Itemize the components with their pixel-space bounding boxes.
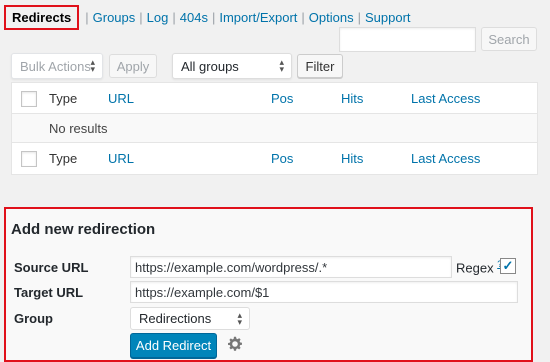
regex-checkbox[interactable]: ✓ [500,258,516,274]
filter-button[interactable]: Filter [297,54,343,78]
subnav-item-404s[interactable]: 404s [180,10,208,25]
subnav-separator: | [172,9,176,25]
panel-title: Add new redirection [11,221,156,238]
subnav-item-groups[interactable]: Groups [93,10,136,25]
regex-label: Regex ? [456,259,502,275]
subnav-separator: | [139,9,143,25]
apply-button[interactable]: Apply [109,54,157,78]
redirects-table: Type URL Pos Hits Last Access No results… [11,82,538,175]
column-pos[interactable]: Pos [271,91,293,106]
search-input[interactable] [339,27,476,52]
select-all-checkbox[interactable] [21,151,37,167]
bulk-actions-label: Bulk Actions [20,58,91,74]
subnav-separator: | [85,9,89,25]
target-url-input[interactable]: https://example.com/$1 [130,281,518,303]
subnav-item-redirects[interactable]: Redirects [4,4,81,30]
bulk-actions-select[interactable]: Bulk Actions ▴ ▾ [11,53,103,79]
column-hits[interactable]: Hits [341,91,363,106]
column-pos[interactable]: Pos [271,151,293,166]
select-arrows-icon: ▴ ▾ [237,310,242,327]
select-all-checkbox[interactable] [21,91,37,107]
subnav-item-support[interactable]: Support [365,10,411,25]
select-arrows-icon: ▴ ▾ [90,57,95,74]
select-arrows-icon: ▴ ▾ [279,57,284,74]
group-select[interactable]: Redirections ▴ ▾ [130,307,250,330]
source-url-label: Source URL [14,260,89,275]
group-select-value: Redirections [139,311,212,326]
column-url[interactable]: URL [108,91,134,106]
table-empty-row: No results [12,114,537,143]
subnav-separator: | [211,9,216,25]
column-hits[interactable]: Hits [341,151,363,166]
groups-filter-select[interactable]: All groups ▴ ▾ [172,53,292,79]
no-results-text: No results [49,121,108,136]
column-last-access[interactable]: Last Access [411,91,480,106]
column-type: Type [49,91,78,106]
subnav-item-options[interactable]: Options [309,10,354,25]
add-redirection-panel: Add new redirection Source URL https://e… [4,207,533,362]
add-redirect-button[interactable]: Add Redirect [130,333,217,358]
column-url[interactable]: URL [108,151,134,166]
subnav-label[interactable]: Redirects [4,4,80,30]
target-url-label: Target URL [14,285,84,300]
add-redirection-form: Add new redirection Source URL https://e… [6,209,531,360]
gear-icon[interactable] [227,336,243,352]
subnav-item-log[interactable]: Log [147,10,169,25]
subnav-item-import-export[interactable]: Import/Export [219,10,297,25]
table-footer-row: Type URL Pos Hits Last Access [12,143,537,174]
search-button[interactable]: Search [481,27,537,51]
table-header-row: Type URL Pos Hits Last Access [12,83,537,114]
regex-label-text: Regex [456,260,494,276]
subnav-separator: | [357,9,361,25]
column-type: Type [49,151,78,166]
column-last-access[interactable]: Last Access [411,151,480,166]
source-url-input[interactable]: https://example.com/wordpress/.* [130,256,452,278]
group-label: Group [14,311,53,326]
subnav-separator: | [301,9,305,25]
groups-filter-label: All groups [181,58,239,74]
